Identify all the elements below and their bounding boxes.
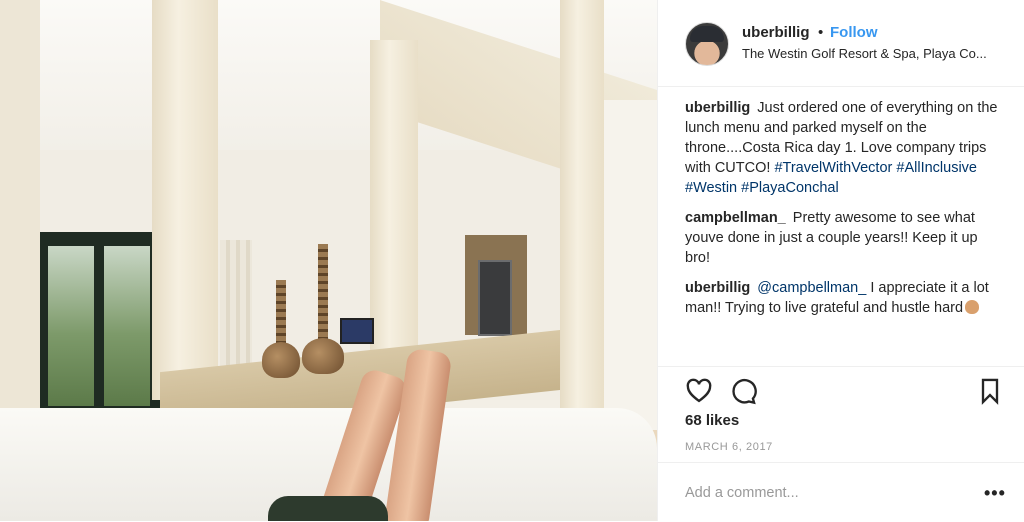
photo-pillar	[560, 0, 604, 430]
photo-window-pane	[48, 246, 94, 406]
post-side-panel: uberbillig • Follow The Westin Golf Reso…	[657, 0, 1024, 521]
photo-pillar	[152, 0, 218, 400]
photo-vase	[262, 342, 300, 378]
instagram-post: uberbillig • Follow The Westin Golf Reso…	[0, 0, 1024, 521]
mention[interactable]: @campbellman_	[757, 280, 866, 296]
add-comment-input[interactable]: Add a comment...	[685, 485, 799, 501]
caption-author[interactable]: uberbillig	[685, 100, 750, 116]
avatar-cap	[690, 26, 724, 42]
separator-dot: •	[818, 24, 824, 41]
photo-laptop	[340, 318, 374, 344]
post-date: MARCH 6, 2017	[685, 441, 773, 453]
author-username[interactable]: uberbillig	[742, 24, 810, 41]
photo-left-wall	[0, 0, 40, 440]
hashtag[interactable]: #Westin	[685, 180, 737, 196]
photo-tv	[478, 260, 512, 336]
post-header: uberbillig • Follow The Westin Golf Reso…	[658, 0, 1024, 87]
hashtag[interactable]: #PlayaConchal	[741, 180, 839, 196]
bookmark-icon[interactable]	[976, 377, 1004, 405]
photo-pillar	[370, 40, 418, 370]
avatar[interactable]	[685, 22, 729, 66]
photo-vase	[302, 338, 344, 374]
follow-button[interactable]: Follow	[830, 24, 878, 41]
photo-shorts	[268, 496, 388, 521]
more-options-icon[interactable]: •••	[984, 483, 1006, 504]
photo-vase-neck	[318, 244, 328, 340]
hashtag[interactable]: #AllInclusive	[896, 160, 977, 176]
post-photo[interactable]	[0, 0, 657, 521]
hashtag[interactable]: #TravelWithVector	[774, 160, 892, 176]
photo-window	[40, 232, 160, 422]
caption: uberbillig Just ordered one of everythin…	[685, 98, 1003, 198]
photo-window-pane	[104, 246, 150, 406]
comment-author[interactable]: uberbillig	[685, 280, 750, 296]
comment-icon[interactable]	[729, 377, 757, 405]
ok-hand-emoji	[965, 300, 980, 314]
location-link[interactable]: The Westin Golf Resort & Spa, Playa Co..…	[742, 46, 1004, 61]
comment: campbellman_ Pretty awesome to see what …	[685, 208, 1003, 268]
action-bar	[658, 366, 1024, 417]
heart-icon[interactable]	[685, 377, 713, 405]
comments-list: uberbillig Just ordered one of everythin…	[685, 98, 1003, 328]
likes-count[interactable]: 68 likes	[685, 412, 739, 429]
photo-right-wall	[604, 100, 657, 430]
photo-vase-neck	[276, 280, 286, 344]
photo-curtain	[220, 240, 252, 380]
add-comment-bar: Add a comment... •••	[658, 462, 1024, 522]
comment: uberbillig @campbellman_ I appreciate it…	[685, 278, 1003, 318]
comment-author[interactable]: campbellman_	[685, 210, 786, 226]
